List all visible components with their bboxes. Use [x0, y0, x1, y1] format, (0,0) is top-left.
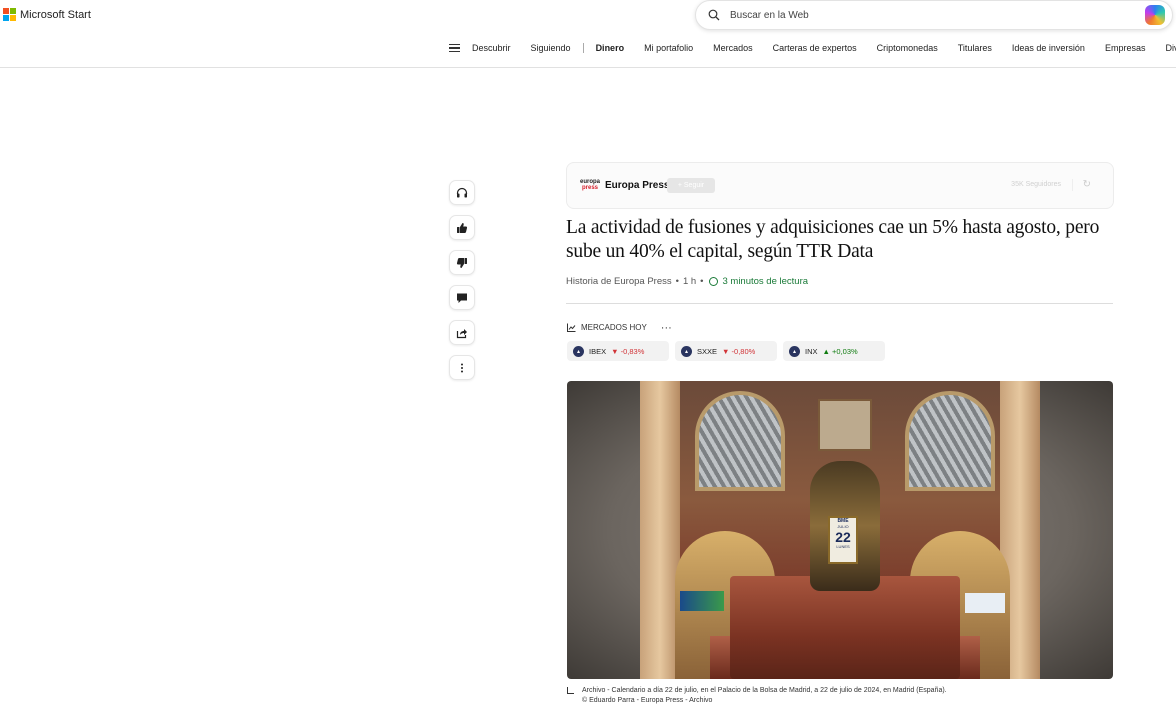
copilot-icon[interactable]: [1145, 5, 1165, 25]
top-bar: Microsoft Start Descubrir Siguiendo Dine…: [0, 0, 1176, 68]
publisher-name[interactable]: Europa Press: [605, 180, 669, 191]
window-arch: [905, 391, 995, 491]
ticker-change-value: -0,80%: [731, 346, 756, 356]
caption-text: Archivo - Calendario a día 22 de julio, …: [582, 687, 947, 694]
like-button[interactable]: [449, 215, 475, 240]
pedestal: [730, 576, 960, 679]
follow-button[interactable]: + Seguir: [667, 178, 715, 193]
search-icon: [708, 9, 720, 21]
ticker-change: ▼ -0,83%: [611, 347, 644, 356]
window-arch: [695, 391, 785, 491]
followers-count: 35K Seguidores: [1011, 181, 1061, 188]
clock-icon: [709, 277, 719, 286]
markets-heading: MERCADOS HOY: [581, 323, 647, 332]
caption-corner-icon: [567, 687, 574, 694]
byline-dot: •: [675, 276, 679, 287]
nav-item-carteras[interactable]: Carteras de expertos: [773, 43, 857, 53]
article-byline: Historia de Europa Press • 1 h • 3 minut…: [566, 276, 808, 287]
nav-item-empresas[interactable]: Empresas: [1105, 43, 1146, 53]
markets-more-button[interactable]: ···: [661, 322, 672, 333]
down-arrow-icon: ▼: [722, 346, 730, 356]
listen-button[interactable]: [449, 180, 475, 205]
calendar-day: 22: [835, 529, 851, 545]
main-nav: Descubrir Siguiendo Dinero Mi portafolio…: [449, 43, 1176, 53]
dislike-button[interactable]: [449, 250, 475, 275]
share-button[interactable]: [449, 320, 475, 345]
nav-item-divisas[interactable]: Divisas: [1165, 43, 1176, 53]
nav-item-siguiendo[interactable]: Siguiendo: [531, 43, 571, 53]
calendar-display: BME JULIO 22 LUNES: [828, 516, 858, 564]
read-time-text: 3 minutos de lectura: [722, 276, 809, 287]
stock-exchange-scene: BME JULIO 22 LUNES: [640, 381, 1040, 679]
markets-header: MERCADOS HOY ···: [567, 322, 672, 333]
menu-icon[interactable]: [449, 44, 460, 52]
byline-source: Historia de Europa Press: [566, 276, 672, 287]
ticker-ibex[interactable]: ▴ IBEX ▼ -0,83%: [567, 341, 669, 361]
nav-item-dinero[interactable]: Dinero: [596, 43, 625, 53]
down-arrow-icon: ▼: [611, 346, 619, 356]
nav-item-criptomonedas[interactable]: Criptomonedas: [877, 43, 938, 53]
byline-age: 1 h: [682, 276, 697, 287]
nav-separator: [582, 43, 584, 53]
photo-caption: Archivo - Calendario a día 22 de julio, …: [567, 686, 947, 706]
divider: [566, 303, 1113, 304]
caption-credit: © Eduardo Parra - Europa Press - Archivo: [582, 697, 713, 704]
nav-item-ideas-inversion[interactable]: Ideas de inversión: [1012, 43, 1085, 53]
comment-icon: [457, 293, 467, 303]
headphones-icon: [456, 187, 468, 197]
article-photo[interactable]: BME JULIO 22 LUNES: [567, 381, 1113, 679]
more-vertical-icon: [461, 363, 463, 372]
index-icon: ▴: [789, 345, 800, 357]
brand-logo[interactable]: Microsoft Start: [3, 8, 91, 21]
article-actions: [449, 180, 475, 380]
nav-item-mercados[interactable]: Mercados: [713, 43, 753, 53]
microsoft-logo-icon: [3, 8, 16, 21]
ticker-inx[interactable]: ▴ INX ▲ +0,03%: [783, 341, 885, 361]
ticker-change: ▼ -0,80%: [722, 347, 755, 356]
index-icon: ▴: [573, 345, 584, 357]
ticker-symbol: IBEX: [589, 346, 607, 356]
up-arrow-icon: ▲: [822, 346, 830, 356]
brand-name: Microsoft Start: [20, 8, 91, 21]
ticker-symbol: SXXE: [697, 346, 718, 356]
byline-dot: •: [700, 276, 704, 287]
logo-bottom-text: press: [581, 185, 598, 191]
ticker-symbol: INX: [805, 346, 818, 356]
publisher-card: europa press Europa Press + Seguir 35K S…: [566, 162, 1114, 209]
nav-item-mi-portafolio[interactable]: Mi portafolio: [644, 43, 693, 53]
nav-item-descubrir[interactable]: Descubrir: [472, 43, 511, 53]
ticker-change-value: +0,03%: [832, 346, 858, 356]
calendar-weekday: LUNES: [836, 544, 850, 549]
plaque: [818, 399, 872, 451]
thumbs-up-icon: [457, 222, 468, 233]
chart-icon: [567, 323, 576, 332]
pillar: [640, 381, 680, 679]
ticker-list: ▴ IBEX ▼ -0,83% ▴ SXXE ▼ -0,80% ▴ INX ▲ …: [567, 341, 885, 361]
ticker-change: ▲ +0,03%: [823, 347, 858, 356]
read-time: 3 minutos de lectura: [709, 276, 808, 287]
comment-button[interactable]: [449, 285, 475, 310]
more-options-button[interactable]: [449, 355, 475, 380]
ticker-screen: [965, 593, 1005, 613]
europa-press-logo[interactable]: europa press: [579, 179, 601, 193]
nav-item-titulares[interactable]: Titulares: [958, 43, 992, 53]
card-separator: [1072, 179, 1073, 191]
ticker-change-value: -0,83%: [620, 346, 645, 356]
refresh-icon[interactable]: ↻: [1083, 179, 1091, 190]
ticker-screen: [680, 591, 724, 611]
share-icon: [456, 328, 467, 338]
search-box[interactable]: [695, 0, 1173, 30]
search-input[interactable]: [730, 9, 1110, 21]
thumbs-down-icon: [456, 257, 467, 268]
article-title: La actividad de fusiones y adquisiciones…: [566, 217, 1100, 262]
ticker-sxxe[interactable]: ▴ SXXE ▼ -0,80%: [675, 341, 777, 361]
index-icon: ▴: [681, 345, 692, 357]
